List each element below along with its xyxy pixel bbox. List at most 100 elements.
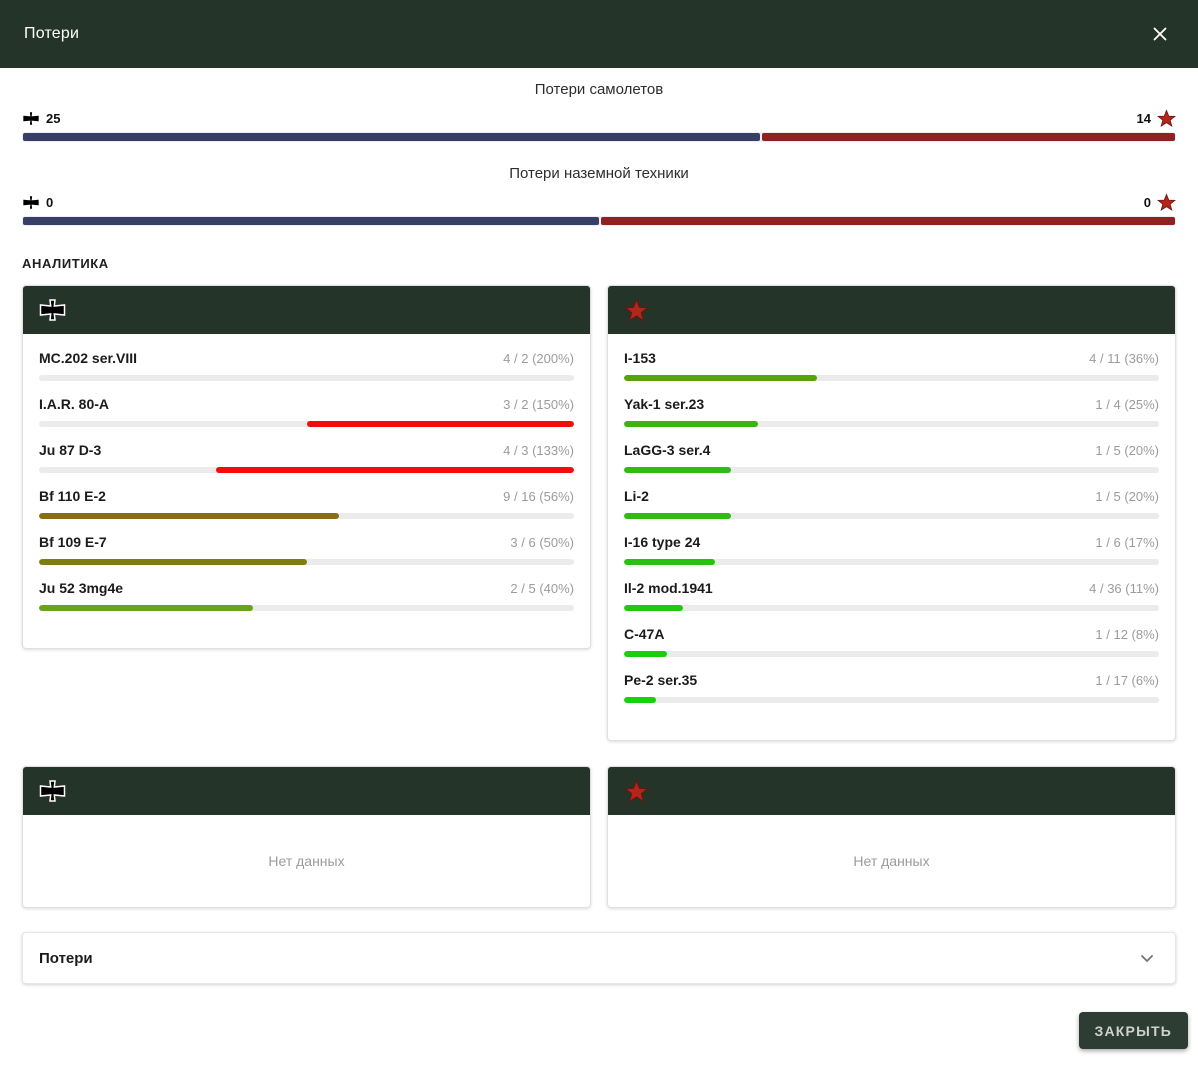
loss-ratio-value: 4 / 2 (200%) bbox=[503, 351, 574, 366]
list-item: Ju 87 D-3 4 / 3 (133%) bbox=[39, 430, 574, 476]
analytics-heading: АНАЛИТИКА bbox=[22, 256, 1176, 271]
loss-bar-fill bbox=[624, 375, 817, 381]
accordion-label: Потери bbox=[39, 950, 93, 967]
loss-bar-fill bbox=[624, 421, 758, 427]
german-ground-panel: Нет данных bbox=[22, 766, 591, 908]
loss-bar-track bbox=[624, 375, 1159, 381]
chevron-down-icon bbox=[1135, 946, 1159, 970]
list-item: Bf 109 E-7 3 / 6 (50%) bbox=[39, 522, 574, 568]
german-cross-icon bbox=[39, 780, 66, 802]
loss-ratio-value: 1 / 12 (8%) bbox=[1095, 627, 1159, 642]
loss-ratio-value: 1 / 5 (20%) bbox=[1095, 443, 1159, 458]
german-side-total: 25 bbox=[22, 111, 60, 126]
red-star-icon bbox=[1157, 109, 1176, 128]
loss-ratio-value: 3 / 2 (150%) bbox=[503, 397, 574, 412]
ground-losses-bar-german bbox=[23, 217, 599, 225]
aircraft-losses-bar bbox=[22, 132, 1176, 142]
loss-bar-fill bbox=[39, 559, 307, 565]
aircraft-name: I-153 bbox=[624, 350, 656, 366]
soviet-side-total: 0 bbox=[1144, 193, 1176, 212]
german-aircraft-loss-count: 25 bbox=[46, 111, 60, 126]
loss-bar-track bbox=[624, 467, 1159, 473]
german-aircraft-panel: MC.202 ser.VIII 4 / 2 (200%) I.A.R. 80-A… bbox=[22, 285, 591, 649]
loss-bar-track bbox=[39, 513, 574, 519]
dialog-title: Потери bbox=[24, 25, 79, 43]
loss-bar-track bbox=[624, 605, 1159, 611]
no-data-message: Нет данных bbox=[23, 815, 590, 907]
loss-bar-fill bbox=[39, 513, 339, 519]
ground-losses-bar bbox=[22, 216, 1176, 226]
soviet-aircraft-list: I-153 4 / 11 (36%) Yak-1 ser.23 1 / 4 (2… bbox=[608, 334, 1175, 740]
loss-bar-fill bbox=[624, 605, 683, 611]
german-cross-icon bbox=[22, 111, 40, 126]
soviet-side-total: 14 bbox=[1137, 109, 1176, 128]
loss-bar-fill bbox=[624, 651, 667, 657]
loss-ratio-value: 2 / 5 (40%) bbox=[510, 581, 574, 596]
list-item: Bf 110 E-2 9 / 16 (56%) bbox=[39, 476, 574, 522]
soviet-panel-header bbox=[608, 286, 1175, 334]
loss-ratio-value: 4 / 36 (11%) bbox=[1089, 581, 1159, 596]
loss-bar-track bbox=[624, 559, 1159, 565]
loss-ratio-value: 3 / 6 (50%) bbox=[510, 535, 574, 550]
german-ground-loss-count: 0 bbox=[46, 195, 53, 210]
loss-bar-track bbox=[39, 421, 574, 427]
aircraft-name: I-16 type 24 bbox=[624, 534, 700, 550]
aircraft-name: LaGG-3 ser.4 bbox=[624, 442, 710, 458]
loss-bar-track bbox=[39, 375, 574, 381]
ground-losses-title: Потери наземной техники bbox=[22, 165, 1176, 182]
red-star-icon bbox=[624, 779, 649, 804]
list-item: I.A.R. 80-A 3 / 2 (150%) bbox=[39, 384, 574, 430]
list-item: Il-2 mod.1941 4 / 36 (11%) bbox=[624, 568, 1159, 614]
aircraft-name: MC.202 ser.VIII bbox=[39, 350, 137, 366]
aircraft-name: I.A.R. 80-A bbox=[39, 396, 109, 412]
aircraft-name: Ju 87 D-3 bbox=[39, 442, 101, 458]
dialog-titlebar: Потери bbox=[0, 0, 1198, 68]
dialog-footer: ЗАКРЫТЬ bbox=[0, 984, 1198, 1049]
german-panel-header bbox=[23, 767, 590, 815]
loss-bar-track bbox=[39, 559, 574, 565]
loss-bar-track bbox=[39, 605, 574, 611]
loss-bar-fill bbox=[624, 559, 715, 565]
soviet-aircraft-panel: I-153 4 / 11 (36%) Yak-1 ser.23 1 / 4 (2… bbox=[607, 285, 1176, 741]
loss-bar-fill bbox=[216, 467, 574, 473]
list-item: Yak-1 ser.23 1 / 4 (25%) bbox=[624, 384, 1159, 430]
loss-bar-fill bbox=[624, 513, 731, 519]
loss-bar-fill bbox=[307, 421, 575, 427]
soviet-ground-loss-count: 0 bbox=[1144, 195, 1151, 210]
german-cross-icon bbox=[39, 299, 66, 321]
list-item: Li-2 1 / 5 (20%) bbox=[624, 476, 1159, 522]
loss-ratio-value: 4 / 3 (133%) bbox=[503, 443, 574, 458]
loss-bar-fill bbox=[39, 605, 253, 611]
aircraft-name: Bf 109 E-7 bbox=[39, 534, 107, 550]
list-item: LaGG-3 ser.4 1 / 5 (20%) bbox=[624, 430, 1159, 476]
aircraft-name: Pe-2 ser.35 bbox=[624, 672, 697, 688]
no-data-message: Нет данных bbox=[608, 815, 1175, 907]
red-star-icon bbox=[1157, 193, 1176, 212]
aircraft-losses-bar-german bbox=[23, 133, 760, 141]
loss-bar-track bbox=[624, 651, 1159, 657]
loss-ratio-value: 1 / 6 (17%) bbox=[1095, 535, 1159, 550]
aircraft-name: Yak-1 ser.23 bbox=[624, 396, 704, 412]
german-cross-icon bbox=[22, 195, 40, 210]
aircraft-name: Il-2 mod.1941 bbox=[624, 580, 713, 596]
soviet-ground-panel: Нет данных bbox=[607, 766, 1176, 908]
list-item: I-16 type 24 1 / 6 (17%) bbox=[624, 522, 1159, 568]
ground-losses-stats: 0 0 bbox=[22, 191, 1176, 213]
list-item: Ju 52 3mg4e 2 / 5 (40%) bbox=[39, 568, 574, 614]
close-icon[interactable] bbox=[1146, 20, 1174, 48]
ground-losses-bar-soviet bbox=[601, 217, 1175, 225]
soviet-panel-header bbox=[608, 767, 1175, 815]
loss-ratio-value: 1 / 5 (20%) bbox=[1095, 489, 1159, 504]
aircraft-losses-stats: 25 14 bbox=[22, 107, 1176, 129]
close-dialog-button[interactable]: ЗАКРЫТЬ bbox=[1079, 1012, 1188, 1049]
aircraft-name: Bf 110 E-2 bbox=[39, 488, 106, 504]
german-aircraft-list: MC.202 ser.VIII 4 / 2 (200%) I.A.R. 80-A… bbox=[23, 334, 590, 648]
soviet-aircraft-loss-count: 14 bbox=[1137, 111, 1151, 126]
loss-ratio-value: 4 / 11 (36%) bbox=[1089, 351, 1159, 366]
loss-ratio-value: 1 / 17 (6%) bbox=[1095, 673, 1159, 688]
losses-accordion[interactable]: Потери bbox=[22, 932, 1176, 984]
aircraft-name: C-47A bbox=[624, 626, 664, 642]
loss-bar-track bbox=[624, 421, 1159, 427]
loss-bar-track bbox=[39, 467, 574, 473]
aircraft-name: Ju 52 3mg4e bbox=[39, 580, 123, 596]
